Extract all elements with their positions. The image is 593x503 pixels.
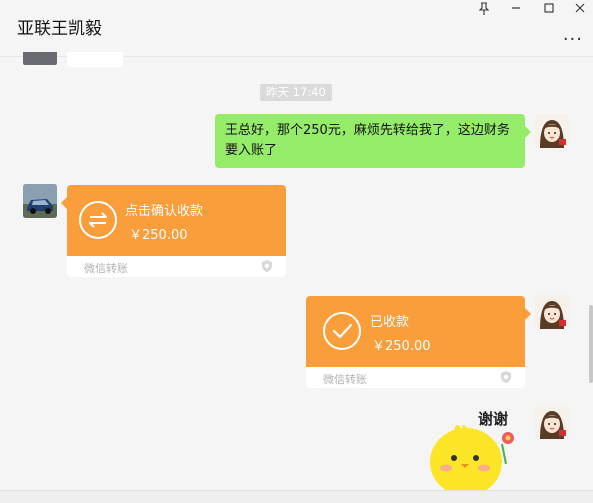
maximize-icon[interactable]: [538, 2, 560, 18]
sent-transfer-card[interactable]: 已收款 ￥250.00 微信转账: [306, 296, 531, 388]
transfer-arrows-icon: [79, 201, 117, 239]
message-timestamp: 昨天 17:40: [260, 84, 332, 101]
title-bar: 亚联王凯毅 ...: [0, 0, 593, 52]
shield-icon: [499, 369, 513, 383]
minimize-icon[interactable]: [505, 2, 527, 18]
transfer-card-header: 已收款 ￥250.00: [306, 296, 525, 367]
more-options-icon[interactable]: ...: [563, 24, 583, 45]
shield-icon: [260, 258, 274, 272]
received-transfer-card[interactable]: 点击确认收款 ￥250.00 微信转账: [61, 185, 286, 277]
chick-sticker[interactable]: 谢谢: [424, 404, 528, 492]
my-avatar[interactable]: [535, 405, 569, 439]
scrollbar-thumb[interactable]: [589, 305, 593, 383]
contact-avatar[interactable]: [23, 184, 57, 218]
close-icon[interactable]: [569, 2, 591, 18]
my-avatar[interactable]: [535, 295, 569, 329]
sent-message-bubble[interactable]: 王总好，那个250元，麻烦先转给我了，这边财务要入账了: [215, 114, 531, 168]
transfer-amount: ￥250.00: [129, 228, 188, 243]
sent-message-text: 王总好，那个250元，麻烦先转给我了，这边财务要入账了: [225, 123, 510, 158]
transfer-title: 已收款: [370, 315, 410, 330]
transfer-title: 点击确认收款: [125, 204, 204, 219]
my-avatar[interactable]: [535, 114, 569, 148]
bubble-tail: [61, 197, 67, 209]
transfer-card-header: 点击确认收款 ￥250.00: [67, 185, 286, 256]
check-icon: [323, 312, 361, 350]
pin-icon[interactable]: [473, 2, 495, 18]
bubble-tail: [525, 308, 531, 320]
input-area-edge: [0, 490, 593, 503]
contact-avatar-partial[interactable]: [23, 52, 57, 65]
bubble-tail: [525, 126, 531, 138]
message-bubble-partial: [67, 52, 123, 67]
sticker-text: 谢谢: [478, 410, 509, 428]
chat-title: 亚联王凯毅: [17, 19, 102, 39]
transfer-amount: ￥250.00: [372, 339, 431, 354]
transfer-footer: 微信转账: [323, 373, 367, 386]
transfer-footer: 微信转账: [84, 262, 128, 275]
